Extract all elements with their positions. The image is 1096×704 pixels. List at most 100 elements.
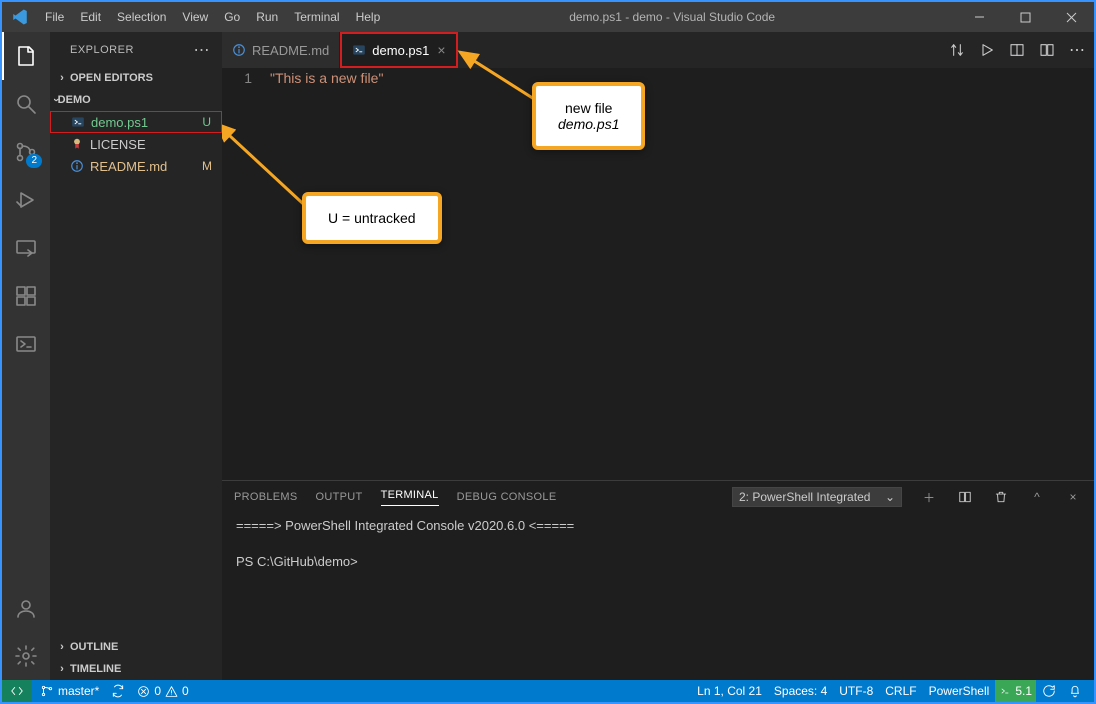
language-indicator[interactable]: PowerShell <box>923 680 996 702</box>
maximize-button[interactable] <box>1002 2 1048 32</box>
tree-file-readme[interactable]: README.md M <box>50 155 222 177</box>
remote-indicator[interactable] <box>2 680 32 702</box>
menu-bar: File Edit Selection View Go Run Terminal… <box>37 10 388 24</box>
terminal-picker[interactable]: 2: PowerShell Integrated ⌄ <box>732 487 902 507</box>
chevron-right-icon: › <box>54 663 70 675</box>
menu-terminal[interactable]: Terminal <box>286 10 347 24</box>
outline-section[interactable]: › OUTLINE <box>50 636 222 658</box>
file-tree: › DEMO demo.ps1 U LICENSE README.md M <box>50 89 222 636</box>
more-actions-icon[interactable]: ⋯ <box>1066 39 1088 61</box>
split-right-icon[interactable] <box>1006 39 1028 61</box>
code-editor[interactable]: 1 "This is a new file" <box>222 68 1094 480</box>
line-gutter: 1 <box>222 68 270 480</box>
status-bar: master* 0 0 Ln 1, Col 21 Spaces: 4 UTF-8… <box>2 680 1094 702</box>
encoding-indicator[interactable]: UTF-8 <box>833 680 879 702</box>
powershell-activity[interactable] <box>2 320 50 368</box>
explorer-activity[interactable] <box>2 32 50 80</box>
terminal-prompt: PS C:\GitHub\demo> <box>236 553 1080 571</box>
terminal-body[interactable]: =====> PowerShell Integrated Console v20… <box>222 513 1094 680</box>
chevron-right-icon: › <box>54 72 70 84</box>
file-status-modified: M <box>202 159 212 173</box>
editor-actions: ⋯ <box>946 32 1094 68</box>
open-editors-section[interactable]: › OPEN EDITORS <box>50 67 222 89</box>
explorer-header: EXPLORER ⋯ <box>50 32 222 67</box>
chevron-right-icon: › <box>54 641 70 653</box>
feedback-icon[interactable] <box>1036 680 1062 702</box>
split-terminal-icon[interactable] <box>956 490 974 504</box>
error-count: 0 <box>154 684 161 698</box>
warning-count: 0 <box>182 684 189 698</box>
split-editor-icon[interactable] <box>1036 39 1058 61</box>
tree-file-demo-ps1[interactable]: demo.ps1 U <box>50 111 222 133</box>
file-label: demo.ps1 <box>91 115 202 130</box>
menu-selection[interactable]: Selection <box>109 10 174 24</box>
editor-tabs: README.md demo.ps1 × ⋯ <box>222 32 1094 68</box>
menu-help[interactable]: Help <box>348 10 389 24</box>
project-name: DEMO <box>58 94 91 106</box>
cursor-position[interactable]: Ln 1, Col 21 <box>691 680 768 702</box>
sync-indicator[interactable] <box>105 680 131 702</box>
eol-indicator[interactable]: CRLF <box>879 680 922 702</box>
minimize-button[interactable] <box>956 2 1002 32</box>
kill-terminal-icon[interactable] <box>992 490 1010 504</box>
branch-indicator[interactable]: master* <box>34 680 105 702</box>
panel-tab-problems[interactable]: PROBLEMS <box>234 491 298 503</box>
problems-indicator[interactable]: 0 0 <box>131 680 194 702</box>
powershell-file-icon <box>352 43 366 57</box>
branch-name: master* <box>58 684 99 698</box>
scm-badge: 2 <box>26 154 42 168</box>
explorer-more-icon[interactable]: ⋯ <box>194 40 211 60</box>
panel-tabs: PROBLEMS OUTPUT TERMINAL DEBUG CONSOLE 2… <box>222 481 1094 513</box>
bottom-panel: PROBLEMS OUTPUT TERMINAL DEBUG CONSOLE 2… <box>222 480 1094 680</box>
search-activity[interactable] <box>2 80 50 128</box>
tab-label: README.md <box>252 43 329 58</box>
info-file-icon <box>68 158 86 174</box>
menu-file[interactable]: File <box>37 10 72 24</box>
info-file-icon <box>232 43 246 57</box>
compare-changes-icon[interactable] <box>946 39 968 61</box>
project-root[interactable]: › DEMO <box>50 89 222 111</box>
close-button[interactable] <box>1048 2 1094 32</box>
panel-tab-output[interactable]: OUTPUT <box>316 491 363 503</box>
close-tab-icon[interactable]: × <box>437 42 445 58</box>
extensions-activity[interactable] <box>2 272 50 320</box>
run-debug-activity[interactable] <box>2 176 50 224</box>
file-label: README.md <box>90 159 202 174</box>
settings-activity[interactable] <box>2 632 50 680</box>
panel-tab-terminal[interactable]: TERMINAL <box>381 489 439 506</box>
powershell-version[interactable]: 5.1 <box>995 680 1036 702</box>
close-panel-icon[interactable]: × <box>1064 490 1082 504</box>
accounts-activity[interactable] <box>2 584 50 632</box>
window-controls <box>956 2 1094 32</box>
terminal-line <box>236 535 1080 553</box>
activity-bar: 2 <box>2 32 50 680</box>
menu-go[interactable]: Go <box>216 10 248 24</box>
license-file-icon <box>68 136 86 152</box>
code-content: "This is a new file" <box>270 68 1094 480</box>
tab-readme[interactable]: README.md <box>222 32 340 68</box>
new-terminal-icon[interactable]: ＋ <box>920 489 938 506</box>
code-line: "This is a new file" <box>270 70 1094 86</box>
ps-version-label: 5.1 <box>1015 684 1032 698</box>
menu-view[interactable]: View <box>174 10 216 24</box>
run-icon[interactable] <box>976 39 998 61</box>
indentation-indicator[interactable]: Spaces: 4 <box>768 680 833 702</box>
remote-explorer-activity[interactable] <box>2 224 50 272</box>
explorer-title: EXPLORER <box>70 44 134 56</box>
outline-label: OUTLINE <box>70 641 118 653</box>
chevron-down-icon: ⌄ <box>885 490 895 504</box>
editor-group: README.md demo.ps1 × ⋯ 1 "This is a new … <box>222 32 1094 680</box>
tab-demo-ps1[interactable]: demo.ps1 × <box>340 32 457 68</box>
panel-tab-debug[interactable]: DEBUG CONSOLE <box>457 491 557 503</box>
title-bar: File Edit Selection View Go Run Terminal… <box>2 2 1094 32</box>
vscode-logo <box>2 8 37 26</box>
open-editors-label: OPEN EDITORS <box>70 72 153 84</box>
menu-run[interactable]: Run <box>248 10 286 24</box>
maximize-panel-icon[interactable]: ^ <box>1028 490 1046 504</box>
source-control-activity[interactable]: 2 <box>2 128 50 176</box>
menu-edit[interactable]: Edit <box>72 10 109 24</box>
tree-file-license[interactable]: LICENSE <box>50 133 222 155</box>
notifications-icon[interactable] <box>1062 680 1088 702</box>
terminal-picker-label: 2: PowerShell Integrated <box>739 490 870 504</box>
timeline-section[interactable]: › TIMELINE <box>50 658 222 680</box>
